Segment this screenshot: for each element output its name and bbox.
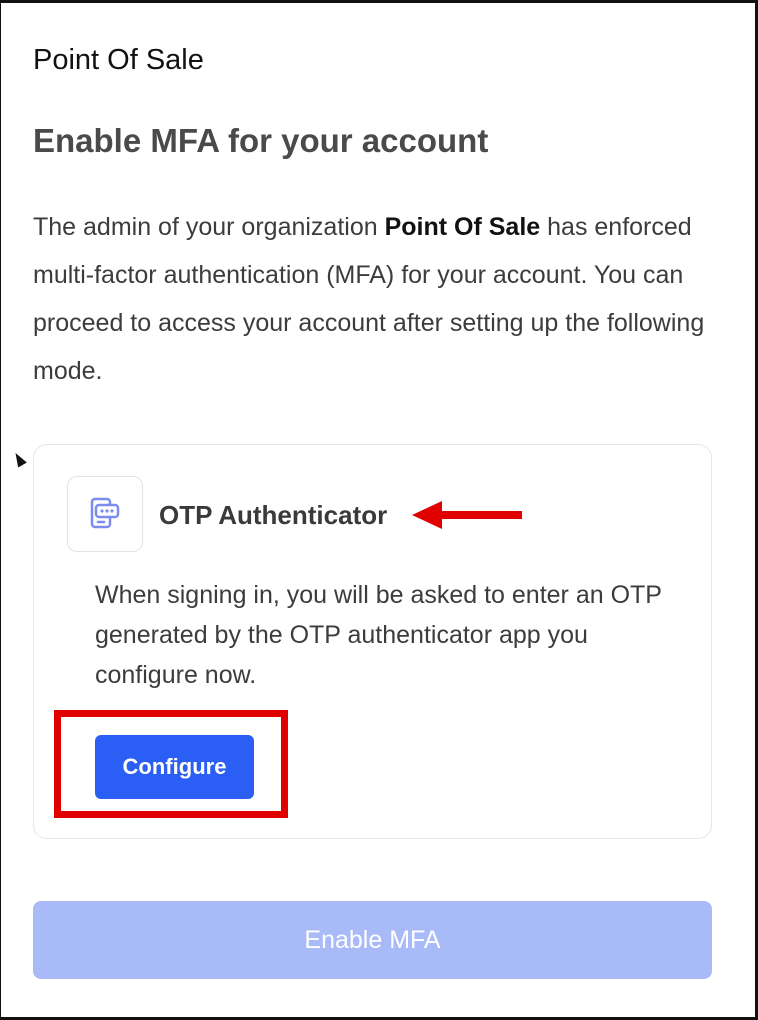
mfa-description: The admin of your organization Point Of … — [33, 203, 713, 395]
enable-mfa-button[interactable]: Enable MFA — [33, 901, 712, 979]
otp-authenticator-icon — [90, 497, 120, 529]
page-title: Enable MFA for your account — [33, 122, 489, 159]
annotation-arrow-icon — [412, 501, 522, 529]
description-org-name: Point Of Sale — [384, 213, 541, 241]
description-before: The admin of your organization — [33, 213, 385, 241]
mode-title: OTP Authenticator — [159, 500, 388, 530]
org-title: Point Of Sale — [33, 44, 204, 76]
mode-description: When signing in, you will be asked to en… — [95, 581, 662, 689]
mfa-mode-card: OTP Authenticator When signing in, you w… — [33, 444, 712, 839]
configure-button[interactable]: Configure — [95, 735, 254, 799]
otp-authenticator-icon-box — [67, 476, 143, 552]
